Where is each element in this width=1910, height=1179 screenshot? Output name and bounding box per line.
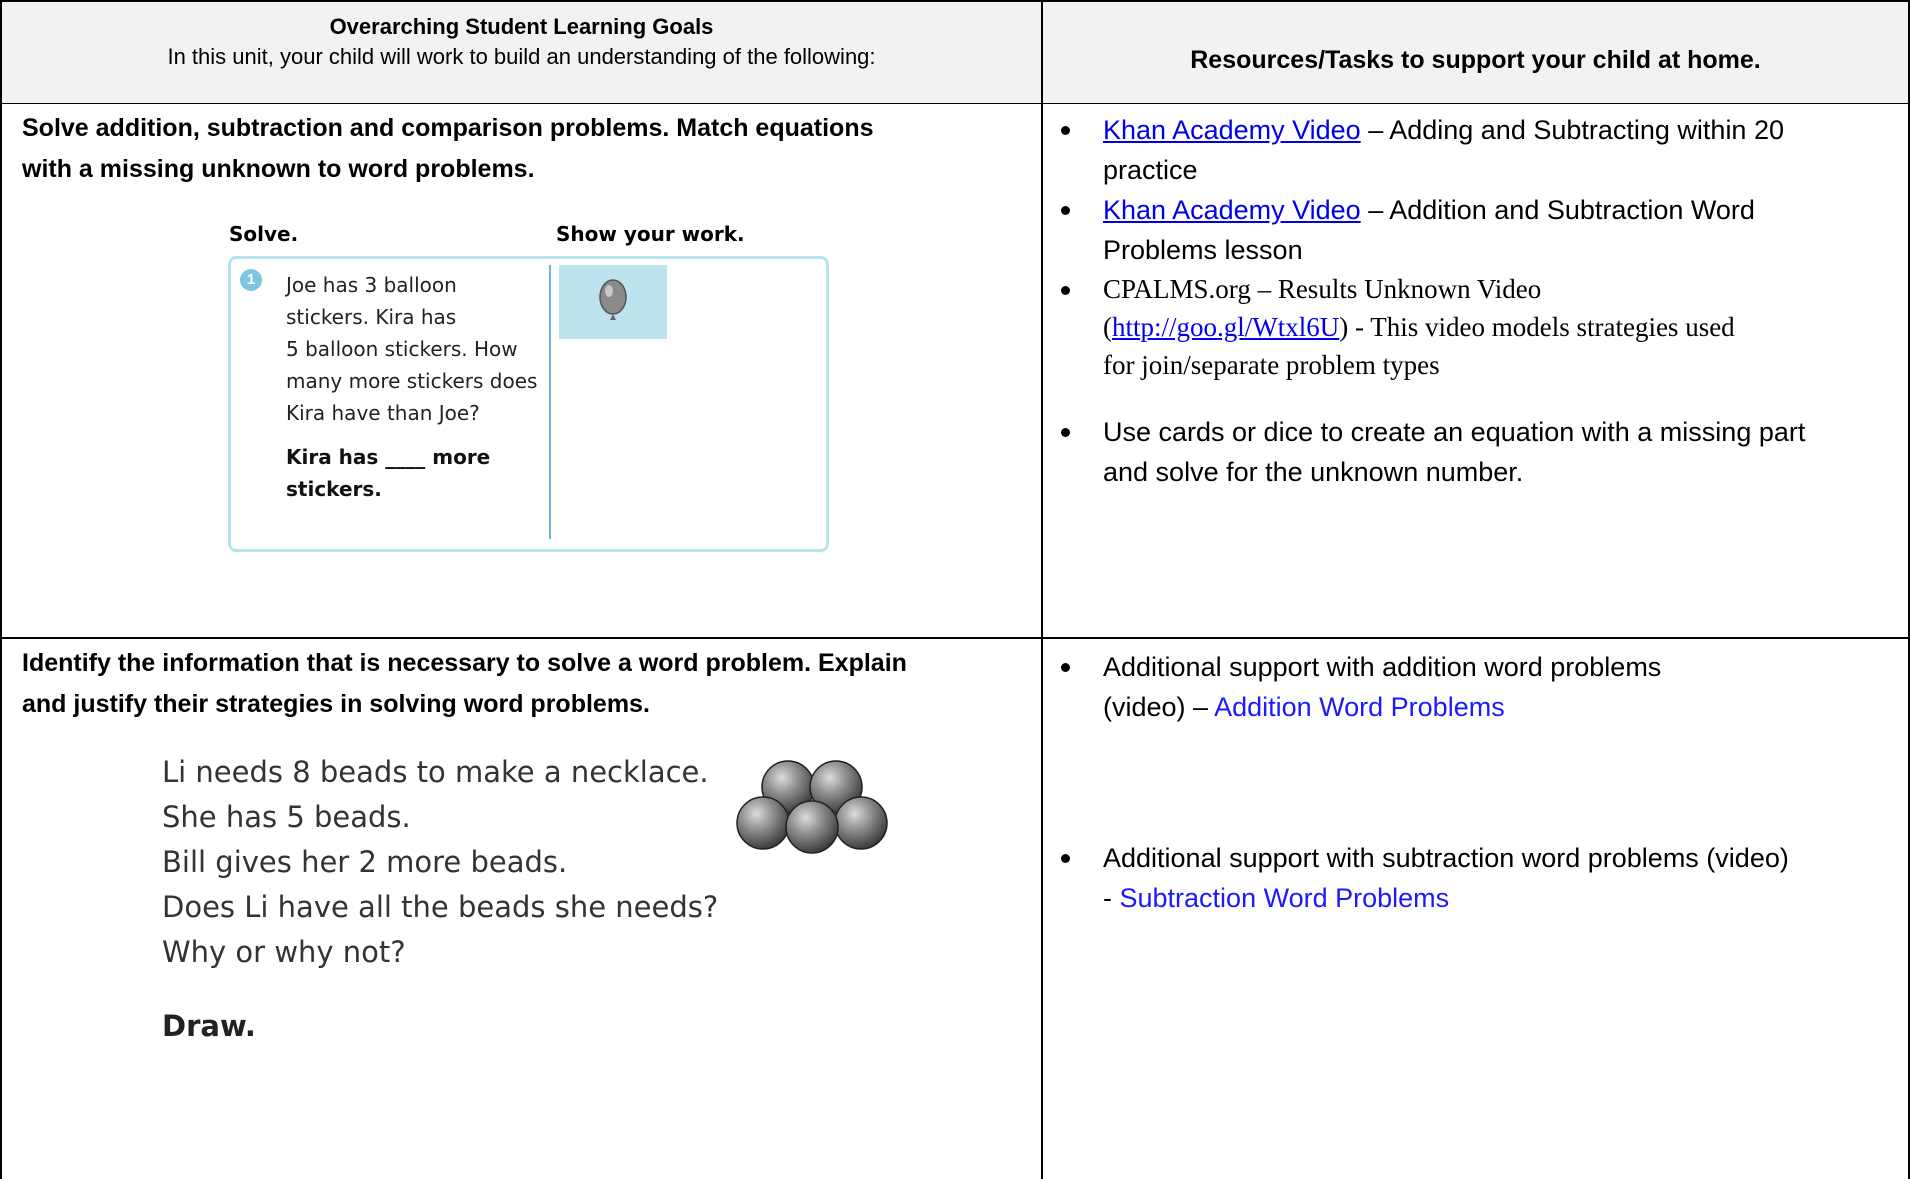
worksheet-show-label: Show your work. (556, 222, 745, 246)
resource-text: Additional support with addition word pr… (1103, 652, 1662, 682)
problem-text: Joe has 3 balloon stickers. Kira has 5 b… (286, 269, 556, 429)
balloon-icon (599, 279, 627, 320)
worksheet-solve-label: Solve. (229, 222, 299, 246)
goal-1-line2: with a missing unknown to word problems. (22, 155, 535, 183)
table-divider-row (0, 637, 1910, 639)
bead-problem-text: Li needs 8 beads to make a necklace. She… (162, 750, 718, 975)
addition-word-problems-link[interactable]: Addition Word Problems (1214, 692, 1505, 722)
goal-1-line1: Solve addition, subtraction and comparis… (22, 114, 874, 142)
subtraction-word-problems-link[interactable]: Subtraction Word Problems (1120, 883, 1450, 913)
list-item: Use cards or dice to create an equation … (1043, 412, 1883, 492)
resource-text: Problems lesson (1103, 235, 1303, 265)
header-resources-title: Resources/Tasks to support your child at… (1190, 46, 1761, 74)
work-area (559, 265, 667, 339)
worksheet-divider (549, 265, 551, 539)
list-item: Khan Academy Video – Addition and Subtra… (1043, 190, 1883, 270)
resources-list-2: Additional support with addition word pr… (1043, 647, 1883, 918)
resource-text: Additional support with subtraction word… (1103, 843, 1789, 873)
header-goals-cell: Overarching Student Learning Goals In th… (2, 2, 1041, 103)
problem-line: Joe has 3 balloon (286, 273, 457, 297)
resource-text: ( (1103, 312, 1112, 342)
cpalms-video-link[interactable]: http://goo.gl/Wtxl6U (1112, 312, 1339, 342)
goal-2: Identify the information that is necessa… (22, 643, 907, 725)
problem-line: stickers. Kira has (286, 305, 457, 329)
bead-problem-line: Does Li have all the beads she needs? (162, 890, 719, 924)
bead-problem-line: She has 5 beads. (162, 800, 411, 834)
header-resources-cell: Resources/Tasks to support your child at… (1043, 2, 1908, 103)
resource-text: – Addition and Subtraction Word (1360, 195, 1755, 225)
list-item: Khan Academy Video – Adding and Subtract… (1043, 110, 1883, 190)
resource-text: (video) – (1103, 692, 1215, 722)
resource-text: - (1103, 883, 1120, 913)
khan-video-link-1[interactable]: Khan Academy Video (1103, 115, 1361, 145)
resource-text: for join/separate problem types (1103, 350, 1440, 380)
resource-text: CPALMS.org – Results Unknown Video (1103, 274, 1542, 304)
answer-line: Kira has ____ more (286, 445, 491, 469)
resources-list-1: Khan Academy Video – Adding and Subtract… (1043, 110, 1883, 492)
list-item: CPALMS.org – Results Unknown Video (http… (1043, 270, 1883, 384)
answer-line: stickers. (286, 477, 382, 501)
resource-text: Use cards or dice to create an equation … (1103, 417, 1806, 447)
beads-icon (736, 760, 888, 854)
table-border-left (0, 0, 2, 1179)
bead-problem-line: Li needs 8 beads to make a necklace. (162, 755, 709, 789)
header-goals-subtitle: In this unit, your child will work to bu… (167, 44, 876, 69)
problem-line: Kira have than Joe? (286, 401, 480, 425)
problem-line: 5 balloon stickers. How (286, 337, 518, 361)
goal-2-line2: and justify their strategies in solving … (22, 690, 650, 718)
header-goals-title: Overarching Student Learning Goals (329, 14, 714, 39)
resource-text: and solve for the unknown number. (1103, 457, 1524, 487)
worksheet-card: 1 Joe has 3 balloon stickers. Kira has 5… (228, 256, 829, 552)
bead-problem-line: Bill gives her 2 more beads. (162, 845, 568, 879)
problem-line: many more stickers does (286, 369, 538, 393)
goal-2-line1: Identify the information that is necessa… (22, 649, 907, 677)
list-item: Additional support with subtraction word… (1043, 838, 1883, 918)
khan-video-link-2[interactable]: Khan Academy Video (1103, 195, 1361, 225)
list-item: Additional support with addition word pr… (1043, 647, 1883, 727)
resource-text: ) - This video models strategies used (1339, 312, 1735, 342)
problem-answer-prompt: Kira has ____ more stickers. (286, 441, 536, 505)
draw-label: Draw. (162, 1009, 256, 1043)
bead-problem-line: Why or why not? (162, 935, 406, 969)
problem-number-badge: 1 (240, 269, 262, 291)
resource-text: – Adding and Subtracting within 20 (1360, 115, 1784, 145)
resource-text: practice (1103, 155, 1198, 185)
goal-1: Solve addition, subtraction and comparis… (22, 108, 874, 190)
